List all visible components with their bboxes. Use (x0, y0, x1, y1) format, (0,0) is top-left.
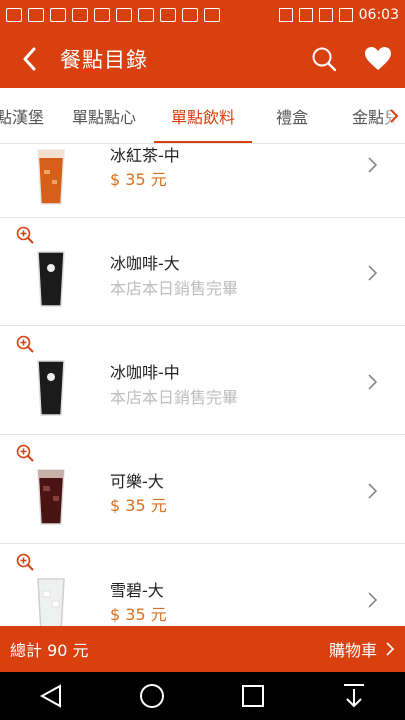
heart-icon (365, 47, 391, 70)
sprite-image (37, 578, 65, 626)
mrt-icon (50, 8, 66, 22)
chat-icon (6, 8, 22, 22)
zoom-in-icon[interactable] (16, 335, 34, 353)
chevron-right-icon (368, 265, 378, 281)
facebook-icon (116, 8, 132, 22)
tab-drinks[interactable]: 單點飲料 (154, 88, 252, 143)
cart-bar: 總計 90 元 購物車 (0, 626, 405, 672)
nav-home-button[interactable] (122, 672, 182, 720)
mail-icon (160, 8, 176, 22)
battery-icon (338, 8, 353, 22)
list-item-iced-coffee-medium[interactable]: 冰咖啡-中 本店本日銷售完畢 (0, 327, 405, 435)
nav-recents-button[interactable] (223, 672, 283, 720)
alarm-icon (278, 8, 293, 22)
status-bar: 06:03 (0, 0, 405, 30)
search-button[interactable] (297, 30, 351, 88)
product-list: 冰紅茶-中 $ 35 元 冰咖啡-大 本店本日銷售完畢 冰咖啡-中 本店本日銷售… (0, 144, 405, 626)
signal-icon (318, 8, 333, 22)
zoom-in-icon[interactable] (16, 226, 34, 244)
tab-gift-box[interactable]: 禮盒 (262, 88, 322, 143)
cart-total: 總計 90 元 (10, 641, 89, 660)
tab-burger[interactable]: 點漢堡 (0, 88, 52, 143)
chevron-right-icon (386, 642, 395, 656)
category-tabs: 點漢堡 單點點心 單點飲料 禮盒 金點兒 (0, 88, 405, 144)
messenger-icon (94, 8, 110, 22)
favorites-button[interactable] (351, 30, 405, 88)
page-title: 餐點目錄 (60, 48, 148, 72)
cola-image (37, 469, 65, 525)
chevron-right-icon (368, 157, 378, 173)
list-item-iced-coffee-large[interactable]: 冰咖啡-大 本店本日銷售完畢 (0, 218, 405, 326)
chevron-right-icon (390, 109, 399, 123)
iced-coffee-image (37, 251, 65, 307)
zoom-in-icon[interactable] (16, 444, 34, 462)
back-arrow-icon (23, 47, 36, 71)
search-icon (312, 47, 337, 72)
iced-coffee-image (37, 360, 65, 416)
system-nav-bar (0, 672, 405, 720)
notification-icons (6, 8, 220, 22)
square-recents-icon (242, 685, 265, 707)
wifi-icon (298, 8, 313, 22)
download-arrow-icon (344, 684, 365, 708)
back-button[interactable] (0, 30, 60, 88)
list-item-sprite-large[interactable]: 雪碧-大 $ 35 元 (0, 545, 405, 626)
zoom-in-icon[interactable] (16, 553, 34, 571)
cart-label: 購物車 (328, 641, 377, 660)
nav-download-button[interactable] (324, 672, 384, 720)
circle-home-icon (139, 684, 164, 708)
shop-icon (182, 8, 198, 22)
facebook-icon (72, 8, 88, 22)
list-item-cola-large[interactable]: 可樂-大 $ 35 元 (0, 436, 405, 544)
status-time: 06:03 (358, 7, 399, 23)
list-item-iced-tea-medium[interactable]: 冰紅茶-中 $ 35 元 (0, 144, 405, 218)
cart-button[interactable]: 購物車 (329, 637, 395, 661)
chevron-right-icon (368, 374, 378, 390)
facebook-icon (28, 8, 44, 22)
tab-snacks[interactable]: 單點點心 (58, 88, 150, 143)
iced-tea-image (37, 149, 65, 205)
shopping-icon (138, 8, 154, 22)
chevron-right-icon (368, 592, 378, 608)
system-status: 06:03 (278, 7, 399, 23)
map-icon (204, 8, 220, 22)
triangle-back-icon (39, 684, 61, 708)
tab-scroll-right-icon[interactable] (383, 88, 405, 143)
app-bar: 餐點目錄 (0, 30, 405, 88)
chevron-right-icon (368, 483, 378, 499)
nav-back-button[interactable] (21, 672, 81, 720)
